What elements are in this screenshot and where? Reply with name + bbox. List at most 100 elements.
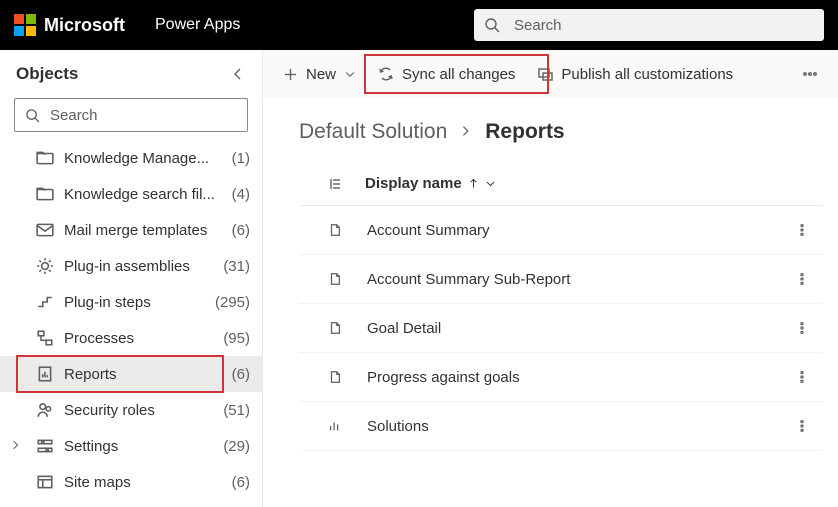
table-row[interactable]: Progress against goals (299, 353, 822, 402)
sidebar-item-label: Processes (64, 330, 213, 347)
breadcrumb: Default Solution Reports (299, 120, 822, 144)
new-button[interactable]: New (273, 56, 366, 92)
search-icon (25, 108, 40, 123)
sidebar-item-count: (6) (232, 474, 250, 491)
chevron-right-icon (459, 120, 473, 144)
table-header: Display name (299, 162, 822, 206)
row-more-button[interactable] (782, 223, 822, 237)
breadcrumb-current: Reports (485, 120, 564, 144)
collapse-sidebar-icon[interactable] (230, 66, 246, 82)
top-bar: Microsoft Power Apps Search (0, 0, 838, 50)
search-icon (484, 17, 500, 33)
publish-label: Publish all customizations (561, 66, 733, 83)
flow-icon (36, 329, 54, 347)
sidebar-item-site-maps[interactable]: Site maps (6) (0, 464, 262, 500)
global-search[interactable]: Search (474, 9, 824, 41)
sidebar-item-plugin-steps[interactable]: Plug-in steps (295) (0, 284, 262, 320)
plus-icon (283, 67, 298, 82)
sidebar-item-security-roles[interactable]: Security roles (51) (0, 392, 262, 428)
mail-icon (36, 221, 54, 239)
row-name: Solutions (365, 418, 782, 435)
sidebar-item-label: Knowledge Manage... (64, 150, 222, 167)
row-name: Goal Detail (365, 320, 782, 337)
more-commands-button[interactable] (792, 56, 828, 92)
publish-icon (537, 66, 553, 82)
sidebar: Objects Search Knowledge Manage... (1) K… (0, 50, 263, 507)
list-view-icon[interactable] (305, 176, 365, 192)
object-tree: Knowledge Manage... (1) Knowledge search… (0, 140, 262, 507)
microsoft-logo-icon (14, 14, 36, 36)
sidebar-item-knowledge-search[interactable]: Knowledge search fil... (4) (0, 176, 262, 212)
sidebar-item-label: Site maps (64, 474, 222, 491)
brand-label: Microsoft (44, 15, 125, 36)
sidebar-item-label: Security roles (64, 402, 213, 419)
sidebar-item-plugin-assemblies[interactable]: Plug-in assemblies (31) (0, 248, 262, 284)
step-icon (36, 293, 54, 311)
sync-icon (378, 66, 394, 82)
sidebar-item-mail-merge[interactable]: Mail merge templates (6) (0, 212, 262, 248)
sidebar-item-count: (6) (232, 366, 250, 383)
sidebar-item-count: (95) (223, 330, 250, 347)
folder-icon (36, 149, 54, 167)
sidebar-item-label: Settings (64, 438, 213, 455)
sidebar-item-count: (31) (223, 258, 250, 275)
sync-label: Sync all changes (402, 66, 515, 83)
column-display-name[interactable]: Display name (365, 175, 496, 192)
more-icon (802, 66, 818, 82)
app-name: Power Apps (155, 16, 240, 34)
sidebar-header: Objects (0, 58, 262, 94)
content: Default Solution Reports Display name Ac… (263, 98, 838, 507)
breadcrumb-parent[interactable]: Default Solution (299, 120, 447, 144)
new-label: New (306, 66, 336, 83)
sidebar-item-count: (295) (215, 294, 250, 311)
table-row[interactable]: Account Summary Sub-Report (299, 255, 822, 304)
command-bar: New Sync all changes Publish all customi… (263, 50, 838, 98)
roles-icon (36, 401, 54, 419)
sidebar-item-count: (51) (223, 402, 250, 419)
sidebar-item-processes[interactable]: Processes (95) (0, 320, 262, 356)
column-label: Display name (365, 175, 462, 192)
chevron-right-icon[interactable] (10, 438, 22, 455)
file-icon (305, 370, 365, 384)
sidebar-item-label: Mail merge templates (64, 222, 222, 239)
table-row[interactable]: Solutions (299, 402, 822, 451)
publish-button[interactable]: Publish all customizations (527, 56, 743, 92)
sidebar-item-knowledge-manage[interactable]: Knowledge Manage... (1) (0, 140, 262, 176)
row-name: Account Summary (365, 222, 782, 239)
row-name: Account Summary Sub-Report (365, 271, 782, 288)
table-row[interactable]: Account Summary (299, 206, 822, 255)
sidebar-item-label: Plug-in steps (64, 294, 205, 311)
settings-icon (36, 437, 54, 455)
chevron-down-icon (485, 178, 496, 189)
report-icon (36, 365, 54, 383)
sidebar-item-settings[interactable]: Settings (29) (0, 428, 262, 464)
sidebar-item-count: (29) (223, 438, 250, 455)
sidebar-search[interactable]: Search (14, 98, 248, 132)
sidebar-item-reports[interactable]: Reports (6) (0, 356, 262, 392)
row-more-button[interactable] (782, 321, 822, 335)
sidebar-item-count: (1) (232, 150, 250, 167)
main: New Sync all changes Publish all customi… (263, 50, 838, 507)
sort-asc-icon (468, 178, 479, 189)
table-row[interactable]: Goal Detail (299, 304, 822, 353)
chart-icon (305, 419, 365, 433)
file-icon (305, 223, 365, 237)
sidebar-item-label: Plug-in assemblies (64, 258, 213, 275)
chevron-down-icon (344, 68, 356, 80)
row-more-button[interactable] (782, 370, 822, 384)
sidebar-item-count: (4) (232, 186, 250, 203)
gear-icon (36, 257, 54, 275)
sitemap-icon (36, 473, 54, 491)
sidebar-item-label: Knowledge search fil... (64, 186, 222, 203)
row-name: Progress against goals (365, 369, 782, 386)
sync-button[interactable]: Sync all changes (368, 56, 525, 92)
sidebar-item-label: Reports (64, 366, 222, 383)
file-icon (305, 272, 365, 286)
brand: Microsoft (14, 14, 125, 36)
sidebar-item-count: (6) (232, 222, 250, 239)
sidebar-search-placeholder: Search (50, 107, 98, 124)
global-search-placeholder: Search (514, 17, 562, 34)
row-more-button[interactable] (782, 272, 822, 286)
folder-icon (36, 185, 54, 203)
row-more-button[interactable] (782, 419, 822, 433)
